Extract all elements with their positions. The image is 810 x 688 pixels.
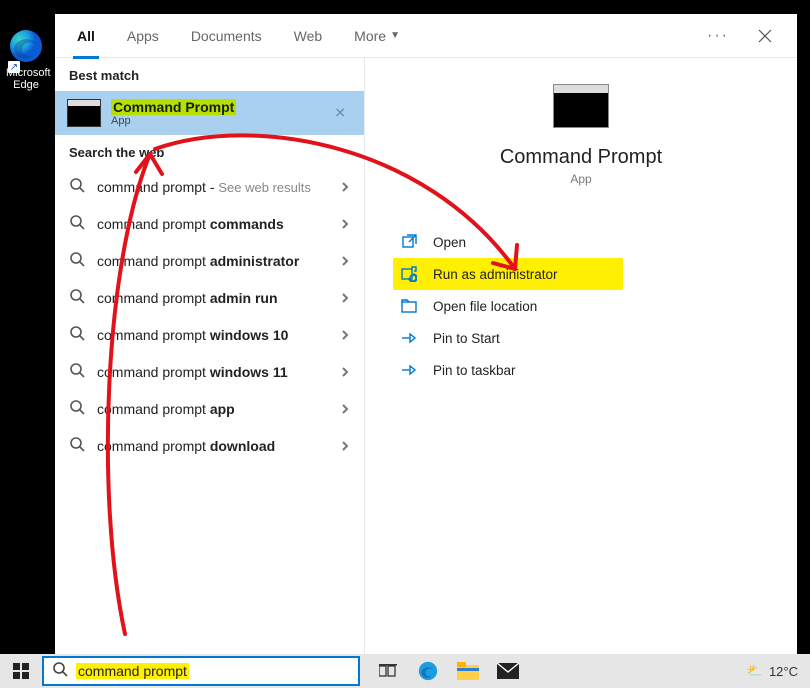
weather-temp: 12°C bbox=[769, 664, 798, 679]
web-result-4[interactable]: command prompt windows 10 bbox=[55, 316, 364, 353]
action-folder-2[interactable]: Open file location bbox=[393, 290, 769, 322]
web-result-0[interactable]: command prompt - See web results bbox=[55, 168, 364, 205]
search-icon bbox=[69, 436, 85, 455]
action-label: Open bbox=[433, 235, 466, 250]
web-result-text: command prompt download bbox=[97, 438, 340, 454]
task-view-button[interactable] bbox=[370, 654, 406, 688]
search-flyout: All Apps Documents Web More ▼ ··· Best ma… bbox=[55, 14, 797, 654]
best-match-sub: App bbox=[111, 115, 236, 127]
tab-apps[interactable]: Apps bbox=[123, 14, 163, 58]
web-result-text: command prompt admin run bbox=[97, 290, 340, 306]
taskbar: command prompt ⛅ 12°C bbox=[0, 654, 810, 688]
web-result-2[interactable]: command prompt administrator bbox=[55, 242, 364, 279]
action-label: Run as administrator bbox=[433, 267, 558, 282]
preview-sub: App bbox=[570, 172, 591, 186]
chevron-right-icon bbox=[340, 253, 350, 269]
search-icon bbox=[69, 325, 85, 344]
chevron-right-icon bbox=[340, 216, 350, 232]
web-result-text: command prompt app bbox=[97, 401, 340, 417]
start-button[interactable] bbox=[0, 654, 42, 688]
best-match-header: Best match bbox=[55, 58, 364, 91]
action-label: Pin to taskbar bbox=[433, 363, 516, 378]
desktop-icon-edge[interactable]: ↗ Microsoft Edge bbox=[6, 28, 46, 91]
best-match-item[interactable]: Command Prompt App ✕ bbox=[55, 91, 364, 135]
results-pane: Best match Command Prompt App ✕ Search t… bbox=[55, 58, 365, 654]
tab-more[interactable]: More ▼ bbox=[350, 14, 404, 58]
action-pin-3[interactable]: Pin to Start bbox=[393, 322, 769, 354]
system-tray[interactable]: ⛅ 12°C bbox=[747, 663, 810, 679]
preview-actions: Open Run as administrator Open file locati… bbox=[365, 226, 797, 386]
web-result-7[interactable]: command prompt download bbox=[55, 427, 364, 464]
search-icon bbox=[69, 214, 85, 233]
best-match-title: Command Prompt bbox=[111, 99, 236, 115]
web-result-text: command prompt administrator bbox=[97, 253, 340, 269]
shortcut-overlay-icon: ↗ bbox=[8, 61, 20, 73]
chevron-right-icon bbox=[340, 401, 350, 417]
tab-documents[interactable]: Documents bbox=[187, 14, 266, 58]
web-result-text: command prompt windows 11 bbox=[97, 364, 340, 380]
web-result-5[interactable]: command prompt windows 11 bbox=[55, 353, 364, 390]
preview-title: Command Prompt bbox=[500, 146, 662, 169]
action-open-0[interactable]: Open bbox=[393, 226, 769, 258]
chevron-down-icon: ▼ bbox=[390, 30, 400, 41]
taskbar-explorer[interactable] bbox=[450, 654, 486, 688]
chevron-right-icon bbox=[340, 438, 350, 454]
chevron-right-icon bbox=[340, 327, 350, 343]
search-icon bbox=[69, 251, 85, 270]
search-icon bbox=[69, 288, 85, 307]
folder-icon bbox=[399, 298, 419, 314]
taskbar-edge[interactable] bbox=[410, 654, 446, 688]
web-result-text: command prompt - See web results bbox=[97, 179, 340, 195]
action-label: Open file location bbox=[433, 299, 537, 314]
action-admin-1[interactable]: Run as administrator bbox=[393, 258, 623, 290]
action-pin-4[interactable]: Pin to taskbar bbox=[393, 354, 769, 386]
search-icon bbox=[69, 362, 85, 381]
chevron-right-icon bbox=[340, 179, 350, 195]
web-result-text: command prompt commands bbox=[97, 216, 340, 232]
chevron-right-icon bbox=[340, 364, 350, 380]
search-icon bbox=[69, 177, 85, 196]
action-label: Pin to Start bbox=[433, 331, 500, 346]
web-result-6[interactable]: command prompt app bbox=[55, 390, 364, 427]
open-icon bbox=[399, 234, 419, 250]
pin-icon bbox=[399, 362, 419, 378]
more-options-button[interactable]: ··· bbox=[707, 27, 729, 45]
taskbar-search-box[interactable]: command prompt bbox=[42, 656, 360, 686]
close-button[interactable] bbox=[751, 22, 779, 50]
search-query: command prompt bbox=[76, 663, 189, 679]
chevron-right-icon bbox=[340, 290, 350, 306]
search-icon bbox=[69, 399, 85, 418]
web-header: Search the web bbox=[55, 135, 364, 168]
pin-icon bbox=[399, 330, 419, 346]
taskbar-mail[interactable] bbox=[490, 654, 526, 688]
dismiss-best-match[interactable]: ✕ bbox=[334, 105, 346, 122]
admin-icon bbox=[399, 266, 419, 282]
search-icon bbox=[52, 661, 68, 682]
cmd-thumb-icon bbox=[67, 99, 101, 127]
web-result-1[interactable]: command prompt commands bbox=[55, 205, 364, 242]
search-tabs: All Apps Documents Web More ▼ ··· bbox=[55, 14, 797, 58]
tab-all[interactable]: All bbox=[73, 14, 99, 58]
preview-thumb-icon bbox=[553, 84, 609, 128]
tab-web[interactable]: Web bbox=[290, 14, 327, 58]
web-result-3[interactable]: command prompt admin run bbox=[55, 279, 364, 316]
weather-icon: ⛅ bbox=[747, 663, 763, 679]
preview-pane: Command Prompt App Open Run as administra… bbox=[365, 58, 797, 654]
web-result-text: command prompt windows 10 bbox=[97, 327, 340, 343]
web-results-list: command prompt - See web results command … bbox=[55, 168, 364, 464]
tab-more-label: More bbox=[354, 28, 386, 44]
